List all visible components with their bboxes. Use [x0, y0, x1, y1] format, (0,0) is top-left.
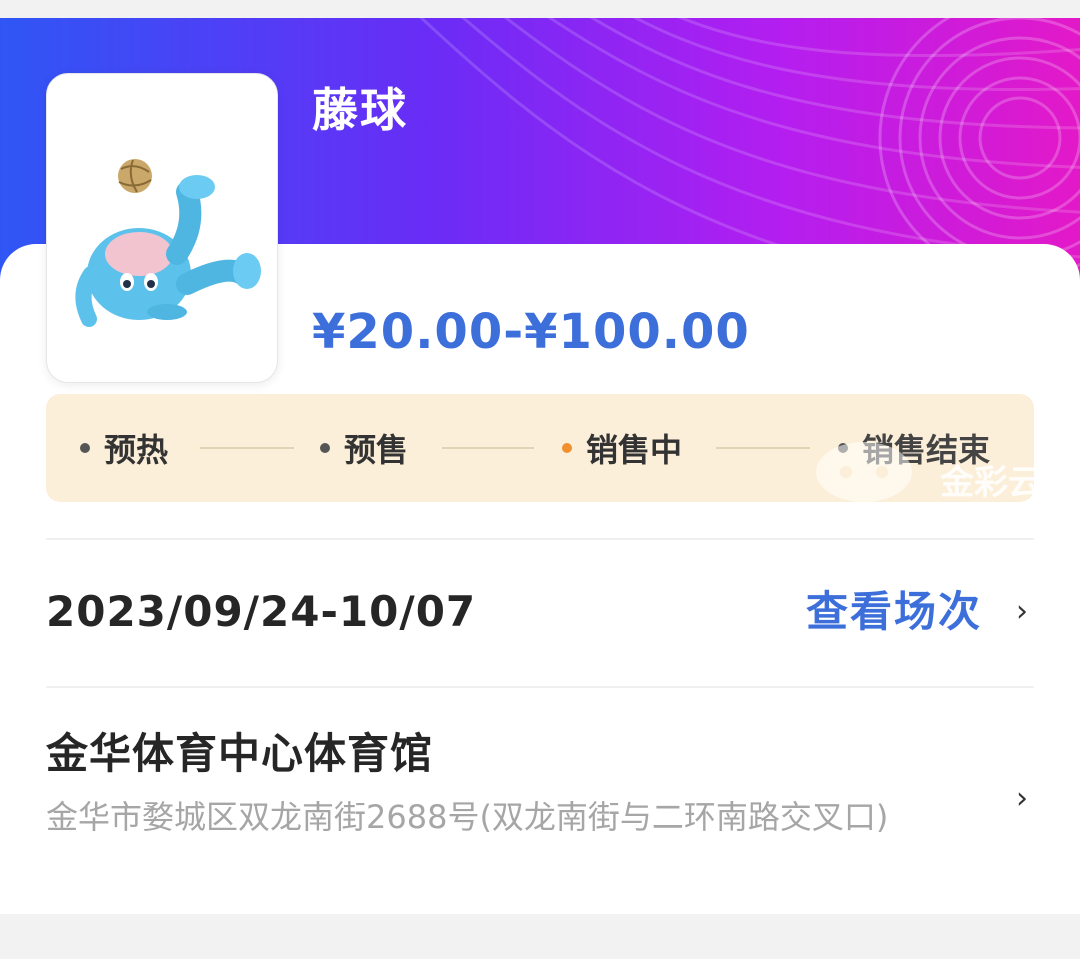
step-dot: [320, 443, 330, 453]
step-connector: [200, 447, 294, 449]
step-dot-active: [562, 443, 572, 453]
event-poster[interactable]: [46, 73, 278, 383]
date-range: 2023/09/24-10/07: [46, 587, 477, 636]
mascot-image: [75, 159, 261, 327]
step-connector: [442, 447, 534, 449]
step-on-sale: 销售中: [562, 394, 682, 502]
price-range: ¥20.00-¥100.00: [312, 304, 750, 360]
step-warmup: 预热: [80, 394, 168, 502]
venue-address[interactable]: 金华市婺城区双龙南街2688号(双龙南街与二环南路交叉口): [46, 798, 906, 836]
chevron-right-icon[interactable]: ›: [1012, 597, 1032, 627]
step-label: 预售: [344, 431, 409, 469]
event-title: 藤球: [312, 83, 408, 137]
view-sessions-link[interactable]: 查看场次: [806, 584, 982, 640]
step-dot: [80, 443, 90, 453]
divider: [46, 686, 1034, 688]
bottom-gap: [0, 914, 1080, 959]
step-presale: 预售: [320, 394, 408, 502]
top-gap: [0, 0, 1080, 18]
step-connector: [716, 447, 810, 449]
divider: [46, 538, 1034, 540]
step-label: 销售中: [586, 431, 683, 469]
chevron-right-icon[interactable]: ›: [1012, 784, 1032, 814]
watermark-text: 金彩云: [940, 463, 1034, 503]
step-label: 预热: [104, 431, 169, 469]
venue-name[interactable]: 金华体育中心体育馆: [46, 726, 433, 782]
